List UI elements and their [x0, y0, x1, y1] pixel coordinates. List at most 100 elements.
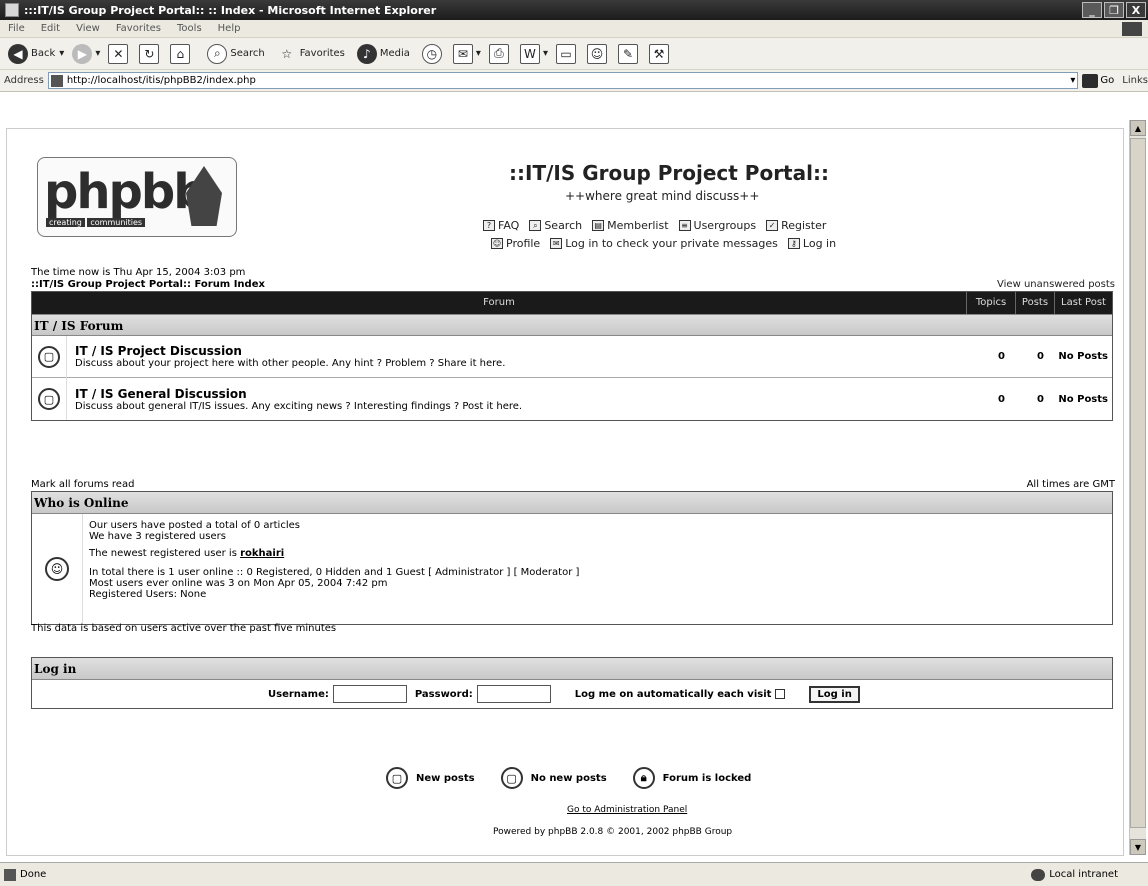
nav-private-messages[interactable]: ✉ Log in to check your private messages	[550, 237, 778, 250]
username-label: Username:	[268, 688, 329, 700]
newest-user-link[interactable]: rokhairi	[240, 548, 284, 559]
menu-help[interactable]: Help	[218, 23, 241, 34]
profile-icon: ☺	[491, 238, 503, 249]
logo-wordmark: phpbb	[44, 164, 208, 220]
login-panel: Log in Username: Password: Log me on aut…	[31, 657, 1113, 709]
memberlist-icon: ▤	[592, 220, 605, 231]
media-icon: ♪	[356, 43, 377, 64]
who-is-online-title[interactable]: Who is Online	[32, 492, 1112, 514]
category-title[interactable]: IT / IS Forum	[32, 314, 1112, 336]
forward-button[interactable]: ▶ ▾	[72, 43, 100, 64]
forum-posts-count: 0	[1037, 351, 1044, 362]
address-input[interactable]: http://localhost/itis/phpBB2/index.php ▾	[47, 72, 1079, 89]
view-unanswered-link[interactable]: View unanswered posts	[997, 279, 1115, 290]
search-icon: ⌕	[207, 43, 228, 64]
nav-profile[interactable]: ☺ Profile	[491, 237, 540, 250]
menu-favorites[interactable]: Favorites	[116, 23, 161, 34]
refresh-button[interactable]: ↻	[139, 43, 162, 64]
nav-register[interactable]: ✓ Register	[766, 219, 826, 232]
who-is-online-panel: Who is Online ☺ Our users have posted a …	[31, 491, 1113, 625]
nav-search[interactable]: ⌕ Search	[529, 219, 582, 232]
refresh-icon: ↻	[139, 43, 160, 64]
login-title: Log in	[32, 658, 1112, 680]
back-button[interactable]: ◀ Back ▾	[8, 43, 64, 64]
messenger-icon: ☺	[586, 43, 607, 64]
stop-button[interactable]: ✕	[108, 43, 131, 64]
forum-name-link[interactable]: IT / IS Project Discussion	[75, 344, 966, 358]
password-input[interactable]	[476, 685, 551, 703]
vertical-scrollbar[interactable]: ▲ ▼	[1129, 120, 1146, 855]
legend-no-new-posts: No new posts	[530, 772, 607, 784]
breadcrumb[interactable]: ::IT/IS Group Project Portal:: Forum Ind…	[31, 279, 265, 290]
search-button[interactable]: ⌕ Search	[207, 43, 268, 64]
messenger-button[interactable]: ☺	[586, 43, 610, 64]
edit-button[interactable]: W ▾	[519, 43, 548, 64]
scroll-down-arrow-icon[interactable]: ▼	[1130, 839, 1146, 855]
password-label: Password:	[414, 688, 473, 700]
address-label: Address	[4, 75, 44, 86]
menu-edit[interactable]: Edit	[41, 23, 60, 34]
ie-app-icon	[5, 3, 19, 17]
login-button[interactable]: Log in	[809, 685, 860, 703]
history-button[interactable]: ◷	[421, 43, 445, 64]
mail-button[interactable]: ✉ ▾	[452, 43, 481, 64]
users-online-text: In total there is 1 user online :: 0 Reg…	[89, 567, 580, 578]
links-button[interactable]: Links	[1122, 75, 1148, 86]
forum-legend: ▢ New posts ▢ No new posts 🔒︎ Forum is lock…	[386, 767, 777, 789]
phpbb-logo[interactable]: phpbb creating communities	[37, 157, 237, 237]
address-url: http://localhost/itis/phpBB2/index.php	[66, 75, 256, 86]
no-new-posts-icon: ▢	[500, 767, 523, 789]
address-dropdown-icon[interactable]: ▾	[1070, 75, 1075, 86]
forum-row: ▢ IT / IS Project Discussion Discuss abo…	[32, 335, 1112, 378]
online-users-icon: ☺	[45, 557, 69, 581]
mail-dropdown-icon[interactable]: ▾	[476, 48, 481, 59]
stop-icon: ✕	[108, 43, 129, 64]
page-body: phpbb creating communities ::IT/IS Group…	[31, 129, 1115, 837]
scroll-up-arrow-icon[interactable]: ▲	[1130, 120, 1146, 136]
username-input[interactable]	[332, 685, 407, 703]
research-icon: ✎	[617, 43, 638, 64]
media-button[interactable]: ♪ Media	[356, 43, 414, 64]
current-time: The time now is Thu Apr 15, 2004 3:03 pm	[31, 267, 246, 278]
legend-forum-locked: Forum is locked	[662, 772, 752, 784]
print-button[interactable]: ⎙	[488, 43, 512, 64]
favorites-button[interactable]: ☆ Favorites	[277, 44, 349, 64]
menu-tools[interactable]: Tools	[177, 23, 202, 34]
media-label: Media	[379, 48, 410, 59]
research-button[interactable]: ✎	[617, 43, 641, 64]
maximize-button[interactable]: ❐	[1104, 2, 1124, 18]
nav-login[interactable]: ⚷ Log in	[787, 237, 836, 250]
discuss-button[interactable]: ▭	[555, 43, 579, 64]
nav-memberlist[interactable]: ▤ Memberlist	[592, 219, 669, 232]
status-text: Done	[20, 869, 47, 880]
autologin-checkbox[interactable]	[775, 689, 786, 699]
scroll-thumb[interactable]	[1130, 138, 1146, 828]
forum-table: Forum Topics Posts Last Post IT / IS For…	[31, 291, 1113, 421]
forum-name-link[interactable]: IT / IS General Discussion	[75, 387, 966, 401]
tools-button[interactable]: ⚒	[648, 43, 672, 64]
mark-forums-read-link[interactable]: Mark all forums read	[31, 479, 134, 490]
new-posts-icon: ▢	[386, 767, 408, 789]
print-icon: ⎙	[488, 43, 509, 64]
go-button[interactable]: Go	[1082, 73, 1114, 88]
nav-usergroups[interactable]: ≡ Usergroups	[678, 219, 756, 232]
edit-dropdown-icon[interactable]: ▾	[543, 48, 548, 59]
home-button[interactable]: ⌂	[170, 43, 193, 64]
legend-new-posts: New posts	[416, 772, 475, 784]
page-viewport: phpbb creating communities ::IT/IS Group…	[0, 124, 1128, 862]
close-button[interactable]: X	[1126, 2, 1146, 18]
address-bar: Address http://localhost/itis/phpBB2/ind…	[0, 70, 1148, 92]
top-nav-primary: ? FAQ ⌕ Search ▤ Memberlist ≡ Usergroups ✓ Re…	[483, 219, 836, 232]
nav-faq[interactable]: ? FAQ	[483, 219, 519, 232]
forum-topics-count: 0	[998, 351, 1005, 362]
menu-view[interactable]: View	[76, 23, 100, 34]
minimize-button[interactable]: _	[1082, 2, 1102, 18]
top-nav-secondary: ☺ Profile ✉ Log in to check your private m…	[491, 237, 846, 250]
intranet-zone-icon	[1031, 868, 1046, 881]
forward-dropdown-icon[interactable]: ▾	[95, 48, 100, 59]
back-dropdown-icon[interactable]: ▾	[59, 48, 64, 59]
edit-icon: W	[519, 43, 540, 64]
favorites-label: Favorites	[299, 48, 345, 59]
admin-panel-link[interactable]: Go to Administration Panel	[567, 805, 687, 815]
menu-file[interactable]: File	[8, 23, 25, 34]
